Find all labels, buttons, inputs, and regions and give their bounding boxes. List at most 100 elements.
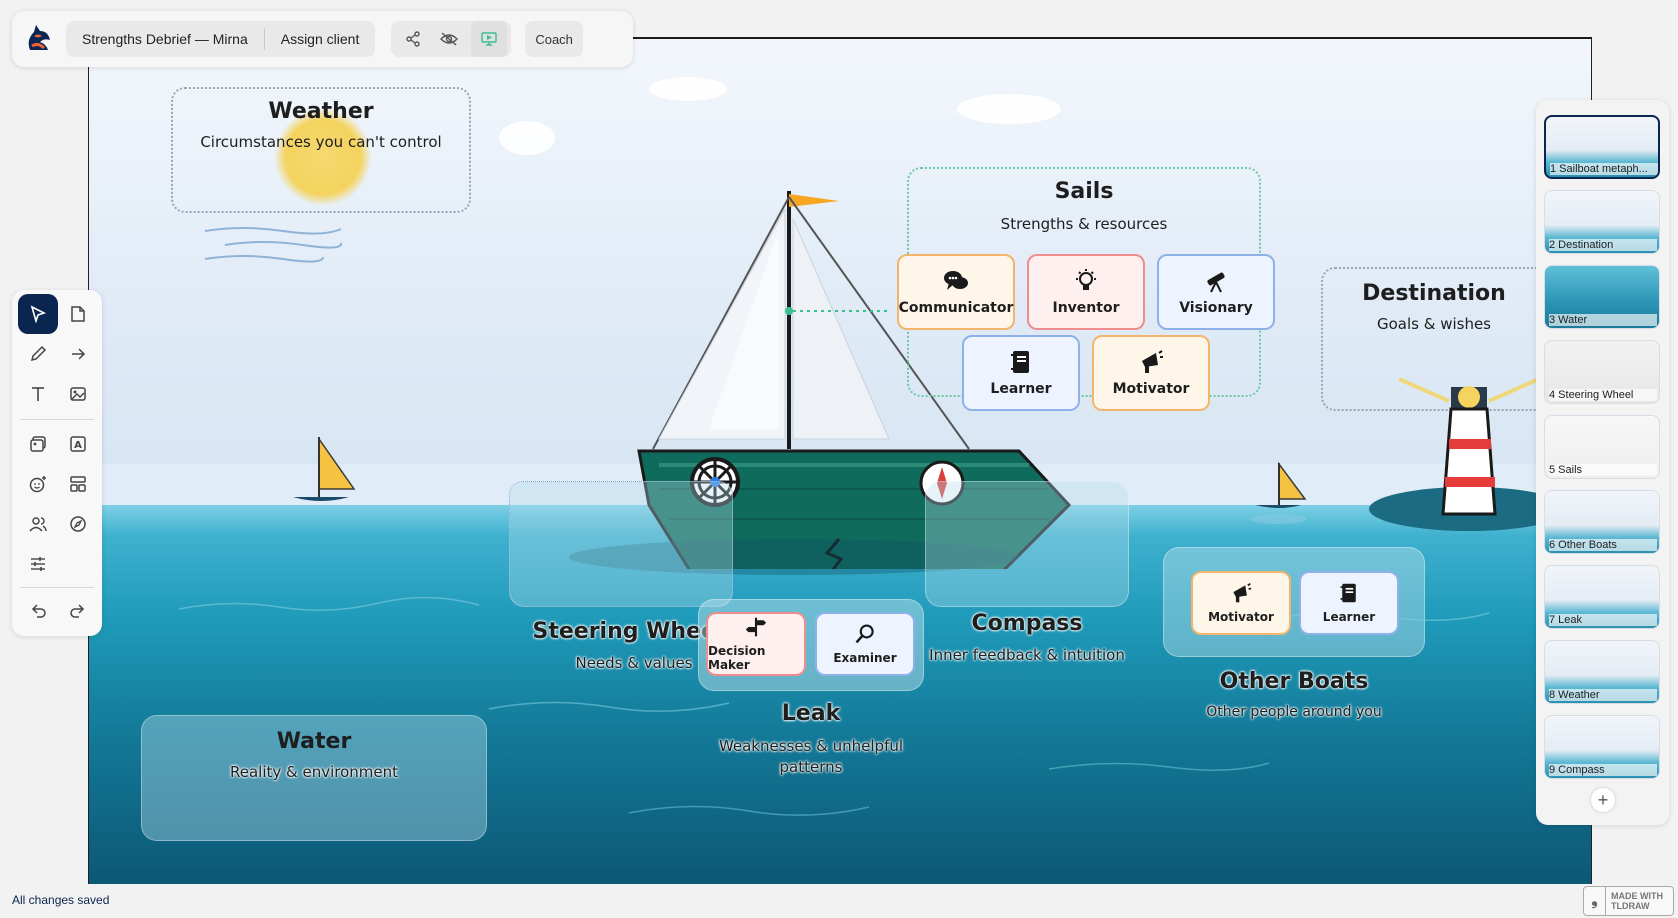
speech-bubbles-icon bbox=[944, 271, 968, 290]
share-button[interactable] bbox=[395, 21, 431, 57]
board-title[interactable]: Strengths Debrief — Mirna bbox=[66, 31, 264, 47]
toolbar-divider bbox=[20, 419, 94, 420]
weather-title: Weather bbox=[268, 99, 374, 124]
compass-tool[interactable] bbox=[58, 504, 98, 544]
asset-tool[interactable]: A bbox=[58, 424, 98, 464]
undo-icon bbox=[31, 604, 46, 618]
save-status: All changes saved bbox=[12, 893, 110, 907]
toolbar-divider bbox=[20, 587, 94, 588]
other-boats-card-learner-label: Learner bbox=[1322, 610, 1376, 624]
page-thumb-label: 4 Steering Wheel bbox=[1549, 389, 1657, 401]
signpost-icon bbox=[745, 617, 767, 637]
text-tool[interactable] bbox=[18, 374, 58, 414]
pages-panel: 1 Sailboat metaph... 2 Destination 3 Wat… bbox=[1536, 100, 1669, 825]
lightbulb-icon bbox=[1076, 269, 1096, 290]
text-icon bbox=[32, 387, 44, 401]
pencil-icon bbox=[30, 345, 47, 362]
draw-tool[interactable] bbox=[18, 334, 58, 374]
other-boats-card-learner[interactable]: Learner bbox=[1299, 571, 1399, 635]
letter-card-icon: A bbox=[70, 436, 86, 452]
page-thumb-6[interactable]: 6 Other Boats bbox=[1544, 490, 1660, 554]
leak-card-examiner[interactable]: Examiner bbox=[815, 612, 915, 676]
sticky-note-icon bbox=[71, 306, 85, 322]
cloud bbox=[957, 94, 1061, 124]
whiteboard-canvas[interactable]: Weather Circumstances you can't control bbox=[88, 37, 1592, 884]
page-thumb-9[interactable]: 9 Compass bbox=[1544, 715, 1660, 779]
notebook-icon bbox=[1340, 583, 1356, 603]
assign-client-button[interactable]: Assign client bbox=[265, 31, 376, 47]
page-thumb-label: 2 Destination bbox=[1549, 239, 1657, 251]
fox-logo-icon bbox=[28, 25, 50, 50]
sail-card-inventor[interactable]: Inventor bbox=[1027, 254, 1145, 330]
wind-lines bbox=[204, 227, 342, 263]
present-icon bbox=[481, 32, 498, 46]
media-tool[interactable] bbox=[18, 424, 58, 464]
hide-icon bbox=[440, 32, 459, 46]
people-icon bbox=[29, 517, 47, 532]
page-thumb-5[interactable]: 5 Sails bbox=[1544, 415, 1660, 479]
undo-button[interactable] bbox=[18, 590, 58, 630]
tldraw-watermark[interactable]: ❟ MADE WITH TLDRAW bbox=[1583, 886, 1674, 916]
hide-button[interactable] bbox=[431, 21, 467, 57]
page-thumb-label: 6 Other Boats bbox=[1549, 539, 1657, 551]
page-thumb-4[interactable]: 4 Steering Wheel bbox=[1544, 340, 1660, 404]
image-upload-tool[interactable] bbox=[58, 374, 98, 414]
notebook-icon bbox=[1011, 351, 1029, 373]
sail-card-learner[interactable]: Learner bbox=[962, 335, 1080, 411]
image-upload-icon bbox=[70, 387, 86, 401]
small-sailboat-right bbox=[1251, 461, 1307, 524]
present-button[interactable] bbox=[471, 21, 508, 57]
destination-subtitle: Goals & wishes bbox=[1376, 315, 1491, 333]
telescope-icon bbox=[1207, 272, 1225, 293]
page-thumb-3[interactable]: 3 Water bbox=[1544, 265, 1660, 329]
watermark-line2: TLDRAW bbox=[1611, 901, 1650, 911]
layout-tool[interactable] bbox=[58, 464, 98, 504]
add-page-button[interactable]: + bbox=[1591, 788, 1615, 812]
page-thumb-8[interactable]: 8 Weather bbox=[1544, 640, 1660, 704]
compass-icon bbox=[70, 516, 86, 532]
app-logo[interactable] bbox=[20, 20, 58, 58]
megaphone-icon bbox=[1142, 350, 1163, 373]
tool-panel: A bbox=[12, 290, 102, 636]
leak-card-decision-maker[interactable]: Decision Maker bbox=[706, 612, 806, 676]
share-icon bbox=[406, 31, 421, 47]
action-pill bbox=[391, 21, 512, 57]
page-thumb-label: 9 Compass bbox=[1549, 764, 1657, 776]
small-sailboat-left bbox=[293, 436, 356, 501]
people-tool[interactable] bbox=[18, 504, 58, 544]
magnifier-icon bbox=[855, 624, 874, 644]
page-thumb-2[interactable]: 2 Destination bbox=[1544, 190, 1660, 254]
page-thumb-label: 1 Sailboat metaph... bbox=[1550, 163, 1658, 175]
other-boats-card-motivator[interactable]: Motivator bbox=[1191, 571, 1291, 635]
note-tool[interactable] bbox=[58, 294, 98, 334]
svg-text:A: A bbox=[74, 440, 82, 451]
leak-card-examiner-label: Examiner bbox=[833, 651, 897, 665]
sail-card-communicator[interactable]: Communicator bbox=[897, 254, 1015, 330]
title-pill: Strengths Debrief — Mirna Assign client bbox=[66, 21, 376, 57]
arrow-right-icon bbox=[72, 348, 86, 360]
page-thumb-1[interactable]: 1 Sailboat metaph... bbox=[1544, 115, 1660, 179]
select-tool[interactable] bbox=[18, 294, 58, 334]
page-thumb-7[interactable]: 7 Leak bbox=[1544, 565, 1660, 629]
redo-button[interactable] bbox=[58, 590, 98, 630]
page-thumb-label: 7 Leak bbox=[1549, 614, 1657, 626]
sails-title: Sails bbox=[1054, 179, 1114, 204]
cursor-icon bbox=[30, 305, 47, 323]
page-thumb-label: 8 Weather bbox=[1549, 689, 1657, 701]
arrow-tool[interactable] bbox=[58, 334, 98, 374]
cloud bbox=[649, 77, 727, 101]
settings-tool[interactable] bbox=[18, 544, 58, 584]
gallery-icon bbox=[30, 436, 46, 452]
weather-subtitle: Circumstances you can't control bbox=[200, 133, 442, 151]
emoji-tool[interactable] bbox=[18, 464, 58, 504]
sail-card-visionary[interactable]: Visionary bbox=[1157, 254, 1275, 330]
tldraw-logo-icon: ❟ bbox=[1584, 887, 1606, 915]
sail-card-motivator-label: Motivator bbox=[1112, 381, 1190, 397]
emoji-add-icon bbox=[29, 476, 46, 493]
destination-title: Destination bbox=[1362, 281, 1506, 306]
sail-card-motivator[interactable]: Motivator bbox=[1092, 335, 1210, 411]
coach-button[interactable]: Coach bbox=[525, 21, 583, 57]
leak-card-decision-maker-label: Decision Maker bbox=[708, 644, 766, 672]
page-thumb-label: 5 Sails bbox=[1549, 464, 1657, 476]
layout-icon bbox=[70, 476, 86, 492]
